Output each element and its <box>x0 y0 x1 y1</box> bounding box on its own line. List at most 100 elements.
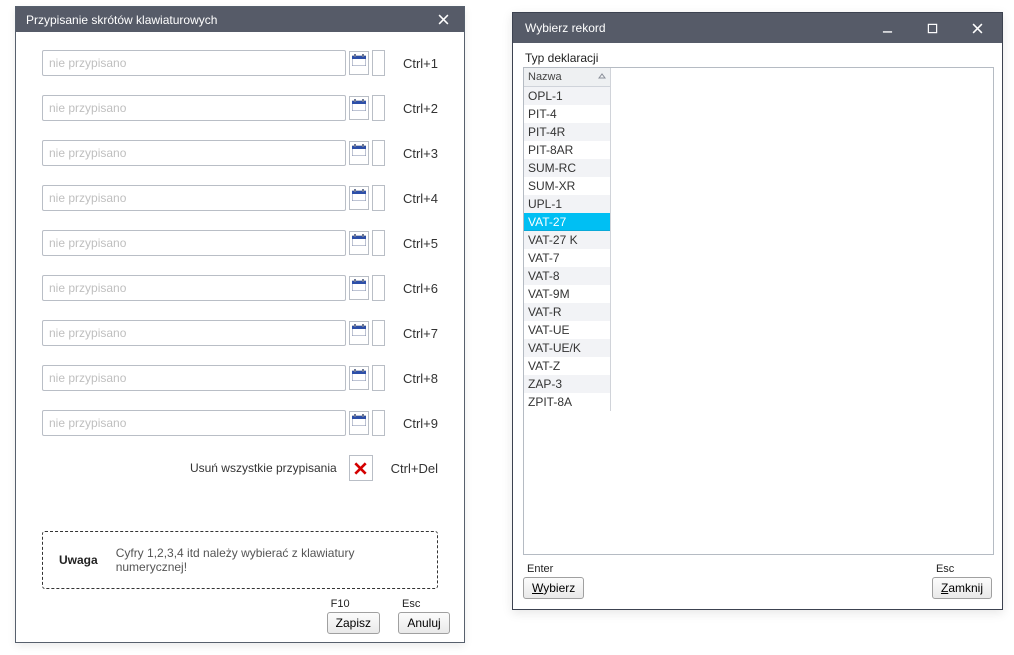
shortcut-input[interactable] <box>42 140 346 166</box>
shortcut-row: Ctrl+2 <box>42 95 438 121</box>
list-item[interactable]: VAT-Z <box>524 357 610 375</box>
lookup-button[interactable] <box>349 141 369 165</box>
calendar-icon <box>352 99 366 111</box>
shortcut-input[interactable] <box>42 185 346 211</box>
calendar-icon <box>352 414 366 426</box>
save-button[interactable]: Zapisz <box>327 612 380 634</box>
note-heading: Uwaga <box>59 553 98 567</box>
delete-all-label: Usuń wszystkie przypisania <box>190 461 337 475</box>
delete-shortcut-label: Ctrl+Del <box>391 461 438 476</box>
field-label: Typ deklaracji <box>525 51 992 65</box>
shortcut-row: Ctrl+8 <box>42 365 438 391</box>
shortcut-input[interactable] <box>42 230 346 256</box>
aux-button[interactable] <box>372 275 385 301</box>
shortcut-input[interactable] <box>42 275 346 301</box>
close-button[interactable] <box>955 14 1000 42</box>
list-item[interactable]: ZPIT-8A <box>524 393 610 411</box>
shortcut-input[interactable] <box>42 320 346 346</box>
column-header-name[interactable]: Nazwa <box>524 68 610 87</box>
choose-hint: Enter <box>527 563 553 575</box>
aux-button[interactable] <box>372 140 385 166</box>
shortcut-input[interactable] <box>42 365 346 391</box>
list-item[interactable]: VAT-27 <box>524 213 610 231</box>
delete-x-icon <box>354 462 367 475</box>
sort-indicator-icon <box>598 72 606 80</box>
lookup-button[interactable] <box>349 51 369 75</box>
close-button[interactable] <box>428 9 458 31</box>
minimize-button[interactable] <box>865 14 910 42</box>
lookup-button[interactable] <box>349 96 369 120</box>
choose-mnemonic: W <box>532 581 543 595</box>
aux-button[interactable] <box>372 185 385 211</box>
shortcut-row: Ctrl+1 <box>42 50 438 76</box>
list-item[interactable]: VAT-27 K <box>524 231 610 249</box>
aux-button[interactable] <box>372 50 385 76</box>
delete-all-button[interactable] <box>349 455 373 481</box>
list-item[interactable]: ZAP-3 <box>524 375 610 393</box>
close-button-footer[interactable]: Zamknij <box>932 577 992 599</box>
list-item[interactable]: SUM-XR <box>524 177 610 195</box>
titlebar-right: Wybierz rekord <box>513 13 1002 43</box>
shortcut-label: Ctrl+9 <box>403 416 438 431</box>
shortcut-input[interactable] <box>42 50 346 76</box>
lookup-button[interactable] <box>349 366 369 390</box>
note-text: Cyfry 1,2,3,4 itd należy wybierać z klaw… <box>116 546 421 574</box>
aux-button[interactable] <box>372 365 385 391</box>
shortcut-label: Ctrl+6 <box>403 281 438 296</box>
list-item[interactable]: PIT-8AR <box>524 141 610 159</box>
calendar-icon <box>352 279 366 291</box>
aux-button[interactable] <box>372 230 385 256</box>
titlebar-left: Przypisanie skrótów klawiaturowych <box>16 7 464 32</box>
cancel-hint: Esc <box>402 598 420 610</box>
record-picker-window: Wybierz rekord Typ deklaracji Nazwa <box>512 12 1003 610</box>
shortcut-label: Ctrl+2 <box>403 101 438 116</box>
calendar-icon <box>352 324 366 336</box>
list-item[interactable]: VAT-8 <box>524 267 610 285</box>
shortcut-row: Ctrl+3 <box>42 140 438 166</box>
list-item[interactable]: VAT-UE <box>524 321 610 339</box>
shortcut-assignment-window: Przypisanie skrótów klawiaturowych Ctrl+… <box>15 6 465 643</box>
calendar-icon <box>352 234 366 246</box>
shortcut-input[interactable] <box>42 410 346 436</box>
calendar-icon <box>352 54 366 66</box>
list-item[interactable]: VAT-UE/K <box>524 339 610 357</box>
shortcut-label: Ctrl+8 <box>403 371 438 386</box>
shortcut-row: Ctrl+4 <box>42 185 438 211</box>
aux-button[interactable] <box>372 320 385 346</box>
shortcut-row: Ctrl+6 <box>42 275 438 301</box>
list-item[interactable]: VAT-7 <box>524 249 610 267</box>
list-item[interactable]: VAT-9M <box>524 285 610 303</box>
list-item[interactable]: VAT-R <box>524 303 610 321</box>
maximize-button[interactable] <box>910 14 955 42</box>
calendar-icon <box>352 189 366 201</box>
note-box: Uwaga Cyfry 1,2,3,4 itd należy wybierać … <box>42 531 438 589</box>
lookup-button[interactable] <box>349 321 369 345</box>
lookup-button[interactable] <box>349 231 369 255</box>
aux-button[interactable] <box>372 95 385 121</box>
list-item[interactable]: PIT-4 <box>524 105 610 123</box>
lookup-button[interactable] <box>349 186 369 210</box>
close-hint: Esc <box>936 563 954 575</box>
lookup-button[interactable] <box>349 411 369 435</box>
list-item[interactable]: UPL-1 <box>524 195 610 213</box>
save-hint: F10 <box>331 598 350 610</box>
shortcut-input[interactable] <box>42 95 346 121</box>
maximize-icon <box>927 23 938 34</box>
choose-button[interactable]: Wybierz <box>523 577 584 599</box>
shortcut-label: Ctrl+4 <box>403 191 438 206</box>
shortcut-row: Ctrl+5 <box>42 230 438 256</box>
list-item[interactable]: OPL-1 <box>524 87 610 105</box>
shortcut-row: Ctrl+9 <box>42 410 438 436</box>
shortcut-row: Ctrl+7 <box>42 320 438 346</box>
shortcut-label: Ctrl+7 <box>403 326 438 341</box>
shortcut-label: Ctrl+5 <box>403 236 438 251</box>
cancel-button[interactable]: Anuluj <box>398 612 450 634</box>
shortcut-label: Ctrl+1 <box>403 56 438 71</box>
calendar-icon <box>352 369 366 381</box>
record-grid: Nazwa OPL-1PIT-4PIT-4RPIT-8ARSUM-RCSUM-X… <box>523 67 994 555</box>
list-item[interactable]: PIT-4R <box>524 123 610 141</box>
aux-button[interactable] <box>372 410 385 436</box>
lookup-button[interactable] <box>349 276 369 300</box>
list-item[interactable]: SUM-RC <box>524 159 610 177</box>
shortcut-label: Ctrl+3 <box>403 146 438 161</box>
